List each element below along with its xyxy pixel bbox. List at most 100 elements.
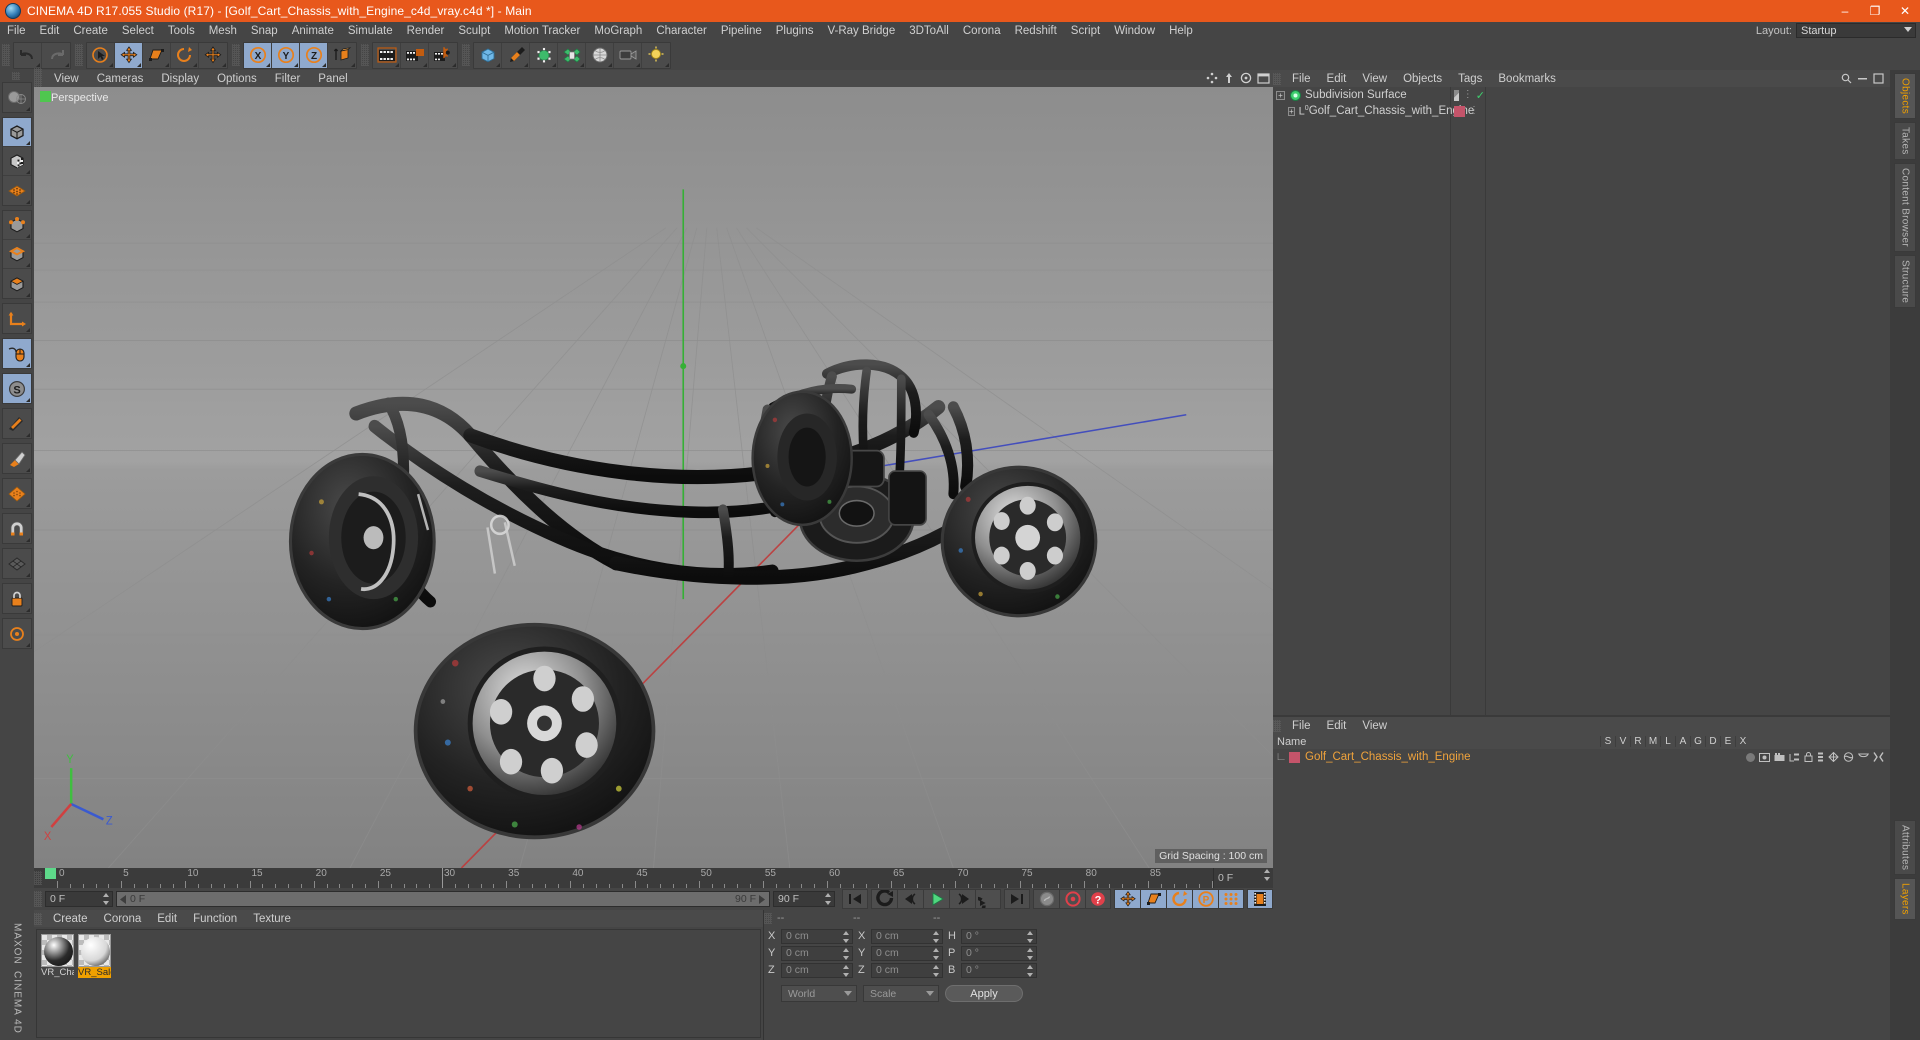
- viewport-menu-cameras[interactable]: Cameras: [88, 73, 153, 85]
- move-axis-icon[interactable]: [199, 43, 227, 68]
- view-scale-icon[interactable]: [1240, 72, 1252, 84]
- coord-spinner[interactable]: [933, 947, 940, 960]
- coord-position-field[interactable]: 0 cm: [781, 945, 853, 961]
- apply-button[interactable]: Apply: [945, 985, 1023, 1002]
- layer-row[interactable]: ∟ Golf_Cart_Chassis_with_Engine: [1273, 749, 1890, 765]
- layer-column-X[interactable]: X: [1735, 736, 1750, 747]
- circle-tool-icon[interactable]: [3, 619, 31, 648]
- layer-column-R[interactable]: R: [1630, 736, 1645, 747]
- menu-item-help[interactable]: Help: [1162, 22, 1200, 40]
- layer-menu-edit[interactable]: Edit: [1319, 720, 1355, 732]
- next-frame-icon[interactable]: [949, 889, 975, 909]
- axis-y-icon[interactable]: Y: [272, 42, 300, 68]
- layer-column-G[interactable]: G: [1690, 736, 1705, 747]
- expand-toggle-icon[interactable]: +: [1288, 106, 1295, 116]
- layer-column-M[interactable]: M: [1645, 736, 1660, 747]
- render-picture-icon[interactable]: [401, 42, 429, 68]
- axis-x-icon[interactable]: X: [244, 42, 272, 68]
- layer-menu-file[interactable]: File: [1284, 720, 1319, 732]
- tag-dots-icon[interactable]: ⋮: [1463, 90, 1473, 100]
- toolbar-grip[interactable]: [462, 44, 470, 66]
- menu-item-mograph[interactable]: MoGraph: [587, 22, 649, 40]
- lock-icon[interactable]: [1804, 752, 1813, 762]
- material-list[interactable]: VR_Cha: VR_Salo: [36, 929, 761, 1038]
- coord-rotation-field[interactable]: 0 °: [961, 928, 1037, 944]
- menu-item-create[interactable]: Create: [66, 22, 115, 40]
- minimize-panel-icon[interactable]: [1857, 73, 1868, 84]
- menu-item-3dtoall[interactable]: 3DToAll: [902, 22, 956, 40]
- material-menu-function[interactable]: Function: [185, 913, 245, 925]
- animation-icon[interactable]: [1817, 752, 1824, 762]
- minimize-button[interactable]: –: [1830, 0, 1860, 22]
- current-frame-spinner[interactable]: [103, 893, 110, 905]
- close-button[interactable]: ✕: [1890, 0, 1920, 22]
- coordinate-system-dropdown[interactable]: World: [781, 985, 857, 1002]
- timeline-grip[interactable]: [34, 871, 42, 885]
- menu-item-motion-tracker[interactable]: Motion Tracker: [497, 22, 587, 40]
- texture-mode-icon[interactable]: [3, 147, 31, 176]
- grid-tool-icon[interactable]: [3, 549, 31, 578]
- material-menu-texture[interactable]: Texture: [245, 913, 299, 925]
- generator-icon[interactable]: [530, 42, 558, 68]
- key-pla-icon[interactable]: [1218, 889, 1244, 909]
- render-settings-icon[interactable]: [429, 43, 457, 68]
- move-icon[interactable]: [115, 42, 143, 68]
- material-menu-create[interactable]: Create: [45, 913, 96, 925]
- key-position-icon[interactable]: [1114, 889, 1140, 909]
- globe-deformer-icon[interactable]: [3, 83, 31, 112]
- view-move-icon[interactable]: [1223, 72, 1235, 84]
- deformer-icon[interactable]: [558, 42, 586, 68]
- material-preview[interactable]: [78, 934, 111, 967]
- rotate-icon[interactable]: [171, 42, 199, 68]
- expand-panel-icon[interactable]: [1873, 73, 1884, 84]
- coord-rotation-field[interactable]: 0 °: [961, 945, 1037, 961]
- menu-item-select[interactable]: Select: [115, 22, 161, 40]
- menu-item-v-ray-bridge[interactable]: V-Ray Bridge: [820, 22, 902, 40]
- render-icon[interactable]: [1774, 752, 1785, 762]
- timeline-endfield[interactable]: 0 F: [1213, 868, 1273, 888]
- menu-item-sculpt[interactable]: Sculpt: [451, 22, 497, 40]
- coord-spinner[interactable]: [843, 964, 850, 977]
- range-right-arrow-icon[interactable]: [759, 894, 766, 904]
- menu-item-tools[interactable]: Tools: [161, 22, 202, 40]
- menu-item-window[interactable]: Window: [1107, 22, 1162, 40]
- view-single-icon[interactable]: [1206, 72, 1218, 84]
- scene-env-icon[interactable]: [586, 42, 614, 68]
- coord-spinner[interactable]: [933, 930, 940, 943]
- xpresso-icon[interactable]: [1873, 752, 1884, 762]
- timeline-icon[interactable]: [1247, 889, 1273, 909]
- object-row[interactable]: + L0 Golf_Cart_Chassis_with_Engine: [1273, 103, 1474, 119]
- current-frame-field[interactable]: 0 F: [45, 891, 113, 907]
- coord-rotation-field[interactable]: 0 °: [961, 962, 1037, 978]
- axis-modify-icon[interactable]: [3, 304, 31, 333]
- layer-manager-grip[interactable]: [1273, 719, 1281, 732]
- layer-column-L[interactable]: L: [1660, 736, 1675, 747]
- viewport-menu-options[interactable]: Options: [208, 73, 266, 85]
- coord-spinner[interactable]: [843, 930, 850, 943]
- material-menu-edit[interactable]: Edit: [149, 913, 185, 925]
- layer-menu-view[interactable]: View: [1354, 720, 1395, 732]
- vertical-tab-content-browser[interactable]: Content Browser: [1894, 162, 1916, 252]
- object-menu-view[interactable]: View: [1354, 73, 1395, 85]
- toolbar-grip[interactable]: [361, 44, 369, 66]
- coord-spinner[interactable]: [1027, 947, 1034, 960]
- menu-item-snap[interactable]: Snap: [244, 22, 285, 40]
- end-frame-spinner[interactable]: [825, 893, 832, 905]
- prev-frame-icon[interactable]: [897, 889, 923, 909]
- coord-spinner[interactable]: [933, 964, 940, 977]
- layer-column-E[interactable]: E: [1720, 736, 1735, 747]
- coord-size-field[interactable]: 0 cm: [871, 945, 943, 961]
- vertical-tab-attributes[interactable]: Attributes: [1894, 819, 1916, 876]
- menu-item-animate[interactable]: Animate: [285, 22, 341, 40]
- coord-spinner[interactable]: [843, 947, 850, 960]
- layer-column-D[interactable]: D: [1705, 736, 1720, 747]
- manager-icon[interactable]: [1789, 753, 1800, 762]
- menu-item-pipeline[interactable]: Pipeline: [714, 22, 769, 40]
- viewport-menu-panel[interactable]: Panel: [309, 73, 356, 85]
- vertical-tab-structure[interactable]: Structure: [1894, 254, 1916, 308]
- visible-icon[interactable]: [1759, 752, 1770, 762]
- menu-item-script[interactable]: Script: [1064, 22, 1107, 40]
- menu-item-render[interactable]: Render: [400, 22, 452, 40]
- coord-size-field[interactable]: 0 cm: [871, 928, 943, 944]
- menu-item-simulate[interactable]: Simulate: [341, 22, 400, 40]
